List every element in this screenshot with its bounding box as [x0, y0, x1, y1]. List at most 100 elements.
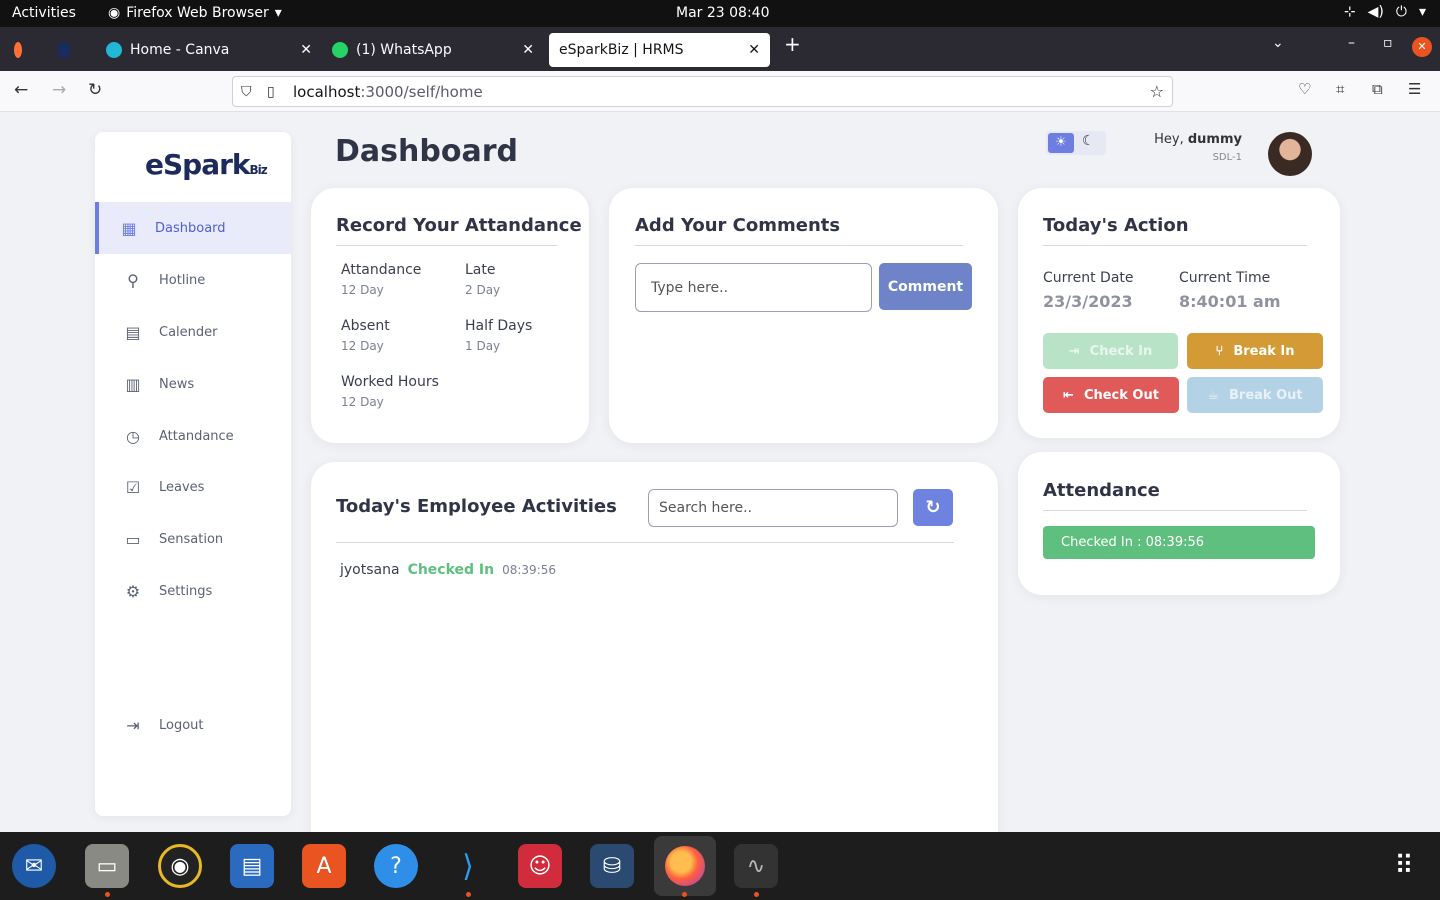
url-bar[interactable]: ⛉ ▯ localhost:3000/self/home ☆ [232, 76, 1173, 107]
comments-card: Add Your Comments Type here.. Comment [609, 188, 998, 443]
sidebar-item-label: Leaves [159, 479, 205, 495]
firefox-dock-icon[interactable] [654, 836, 716, 896]
canva-icon [106, 42, 122, 58]
activities-search-input[interactable]: Search here.. [648, 489, 898, 527]
sidebar-item-label: Attandance [159, 428, 234, 444]
browser-nav-bar: ← → ↻ ⛉ ▯ localhost:3000/self/home ☆ ♡ ⌗… [0, 71, 1440, 112]
list-tabs-icon[interactable]: ⌄ [1272, 35, 1284, 51]
writer-icon[interactable]: ▤ [230, 844, 274, 888]
maximize-icon[interactable]: ▫ [1383, 35, 1393, 51]
running-indicator [466, 892, 471, 897]
sidebar-item-label: Calender [159, 324, 218, 340]
card-title: Today's Employee Activities [336, 496, 617, 517]
button-label: Break Out [1229, 387, 1303, 403]
status-badge: Checked In : 08:39:56 [1043, 526, 1315, 559]
chat-icon: ▭ [125, 529, 141, 549]
sidebar-item-hotline[interactable]: ⚲ Hotline [95, 254, 291, 306]
database-icon[interactable]: ⛁ [590, 844, 634, 888]
coffee-icon: ☕ [1207, 387, 1220, 403]
system-tray[interactable]: ⊹ ◀) ⏻ ▾ [1344, 4, 1426, 20]
pocket-icon[interactable]: ♡ [1298, 80, 1311, 98]
user-dept: SDL-1 [1212, 152, 1242, 163]
firefox-view-button[interactable] [4, 33, 40, 67]
close-window-icon[interactable]: ✕ [1412, 37, 1432, 57]
employee-activities-card: Today's Employee Activities Search here.… [311, 462, 998, 832]
app-center-icon[interactable]: A [302, 844, 346, 888]
list-item: jyotsana Checked In 08:39:56 [340, 562, 556, 578]
activities-button[interactable]: Activities [12, 5, 76, 21]
help-icon[interactable]: ? [374, 844, 418, 888]
logout-button[interactable]: ⇥ Logout [95, 699, 291, 751]
system-monitor-icon[interactable]: ∿ [734, 844, 778, 888]
stat-label: Late [465, 262, 496, 278]
bookmark-star-icon[interactable]: ☆ [1150, 82, 1164, 101]
close-icon[interactable]: ✕ [748, 42, 760, 58]
sidebar-item-label: News [159, 376, 195, 392]
sidebar-item-news[interactable]: ▥ News [95, 358, 291, 410]
logo[interactable]: eSparkBiz [145, 148, 268, 181]
attendance-status-card: Attendance Checked In : 08:39:56 [1018, 452, 1340, 595]
grid-icon: ▦ [121, 218, 137, 238]
close-icon[interactable]: ✕ [300, 42, 312, 58]
sidebar-item-leaves[interactable]: ☑ Leaves [95, 461, 291, 513]
files-icon[interactable]: ▭ [85, 844, 129, 888]
page-icon: ▯ [267, 83, 275, 100]
pinned-site-icon [58, 42, 70, 58]
forward-icon[interactable]: → [52, 80, 66, 100]
app-menu[interactable]: ◉ Firefox Web Browser ▾ [108, 5, 282, 21]
sidebar-item-label: Sensation [159, 531, 224, 547]
thunderbird-icon[interactable]: ✉ [12, 844, 56, 888]
sidebar-item-calender[interactable]: ▤ Calender [95, 306, 291, 358]
sidebar-item-attandance[interactable]: ◷ Attandance [95, 410, 291, 462]
minimize-icon[interactable]: – [1348, 35, 1355, 51]
url-host: localhost [293, 82, 361, 101]
current-date-label: Current Date [1043, 270, 1134, 286]
page-content: eSparkBiz ▦ Dashboard ⚲ Hotline ▤ Calend… [0, 112, 1440, 832]
card-title: Record Your Attandance [336, 215, 582, 236]
close-icon[interactable]: ✕ [522, 42, 534, 58]
sidebar-item-label: Hotline [159, 272, 206, 288]
browser-tab-strip: Home - Canva ✕ (1) WhatsApp ✕ eSparkBiz … [0, 27, 1440, 71]
extensions-icon[interactable]: ⧉ [1372, 80, 1383, 98]
sun-icon[interactable]: ☀ [1048, 133, 1074, 153]
sidebar-item-sensation[interactable]: ▭ Sensation [95, 513, 291, 565]
check-in-button[interactable]: ⇥ Check In [1043, 333, 1178, 369]
stat-value: 1 Day [465, 339, 501, 353]
crop-icon[interactable]: ⌗ [1336, 80, 1344, 98]
tab-hrms[interactable]: eSparkBiz | HRMS ✕ [549, 33, 770, 67]
tab-label: (1) WhatsApp [356, 42, 452, 58]
moon-icon[interactable]: ☾ [1082, 133, 1095, 149]
comment-input[interactable]: Type here.. [635, 263, 872, 312]
volume-icon: ◀) [1367, 4, 1384, 20]
employee-name: jyotsana [340, 562, 400, 578]
refresh-button[interactable]: ↻ [913, 489, 953, 526]
chevron-down-icon: ▾ [274, 5, 282, 21]
reload-icon[interactable]: ↻ [88, 80, 102, 100]
theme-toggle[interactable]: ☀ ☾ [1046, 131, 1106, 155]
stat-label: Attandance [341, 262, 422, 278]
chat-app-icon[interactable]: ☺ [518, 844, 562, 888]
sidebar-item-dashboard[interactable]: ▦ Dashboard [95, 202, 291, 254]
vscode-icon[interactable]: ⟩ [446, 844, 490, 888]
break-in-button[interactable]: ⑂ Break In [1187, 333, 1323, 369]
rhythmbox-icon[interactable]: ◉ [158, 844, 202, 888]
tab-canva[interactable]: Home - Canva ✕ [96, 33, 322, 67]
card-title: Attendance [1043, 480, 1160, 501]
tab-whatsapp[interactable]: (1) WhatsApp ✕ [322, 33, 544, 67]
app-grid-icon[interactable]: ⠿ [1382, 844, 1426, 888]
new-tab-button[interactable]: + [784, 32, 801, 56]
back-icon[interactable]: ← [14, 80, 28, 100]
check-out-button[interactable]: ⇤ Check Out [1043, 377, 1179, 413]
page-title: Dashboard [335, 134, 518, 169]
sidebar-item-settings[interactable]: ⚙ Settings [95, 565, 291, 617]
break-out-button[interactable]: ☕ Break Out [1187, 377, 1323, 413]
avatar[interactable] [1268, 132, 1312, 176]
menu-icon[interactable]: ☰ [1408, 80, 1421, 98]
system-clock[interactable]: Mar 23 08:40 [676, 5, 769, 21]
logout-icon: ⇥ [126, 715, 140, 735]
firefox-icon: ◉ [108, 5, 121, 21]
user-search-icon: ⚲ [127, 270, 139, 290]
pinned-tab[interactable] [48, 33, 88, 67]
system-top-bar: Activities ◉ Firefox Web Browser ▾ Mar 2… [0, 0, 1440, 27]
comment-button[interactable]: Comment [879, 263, 972, 310]
